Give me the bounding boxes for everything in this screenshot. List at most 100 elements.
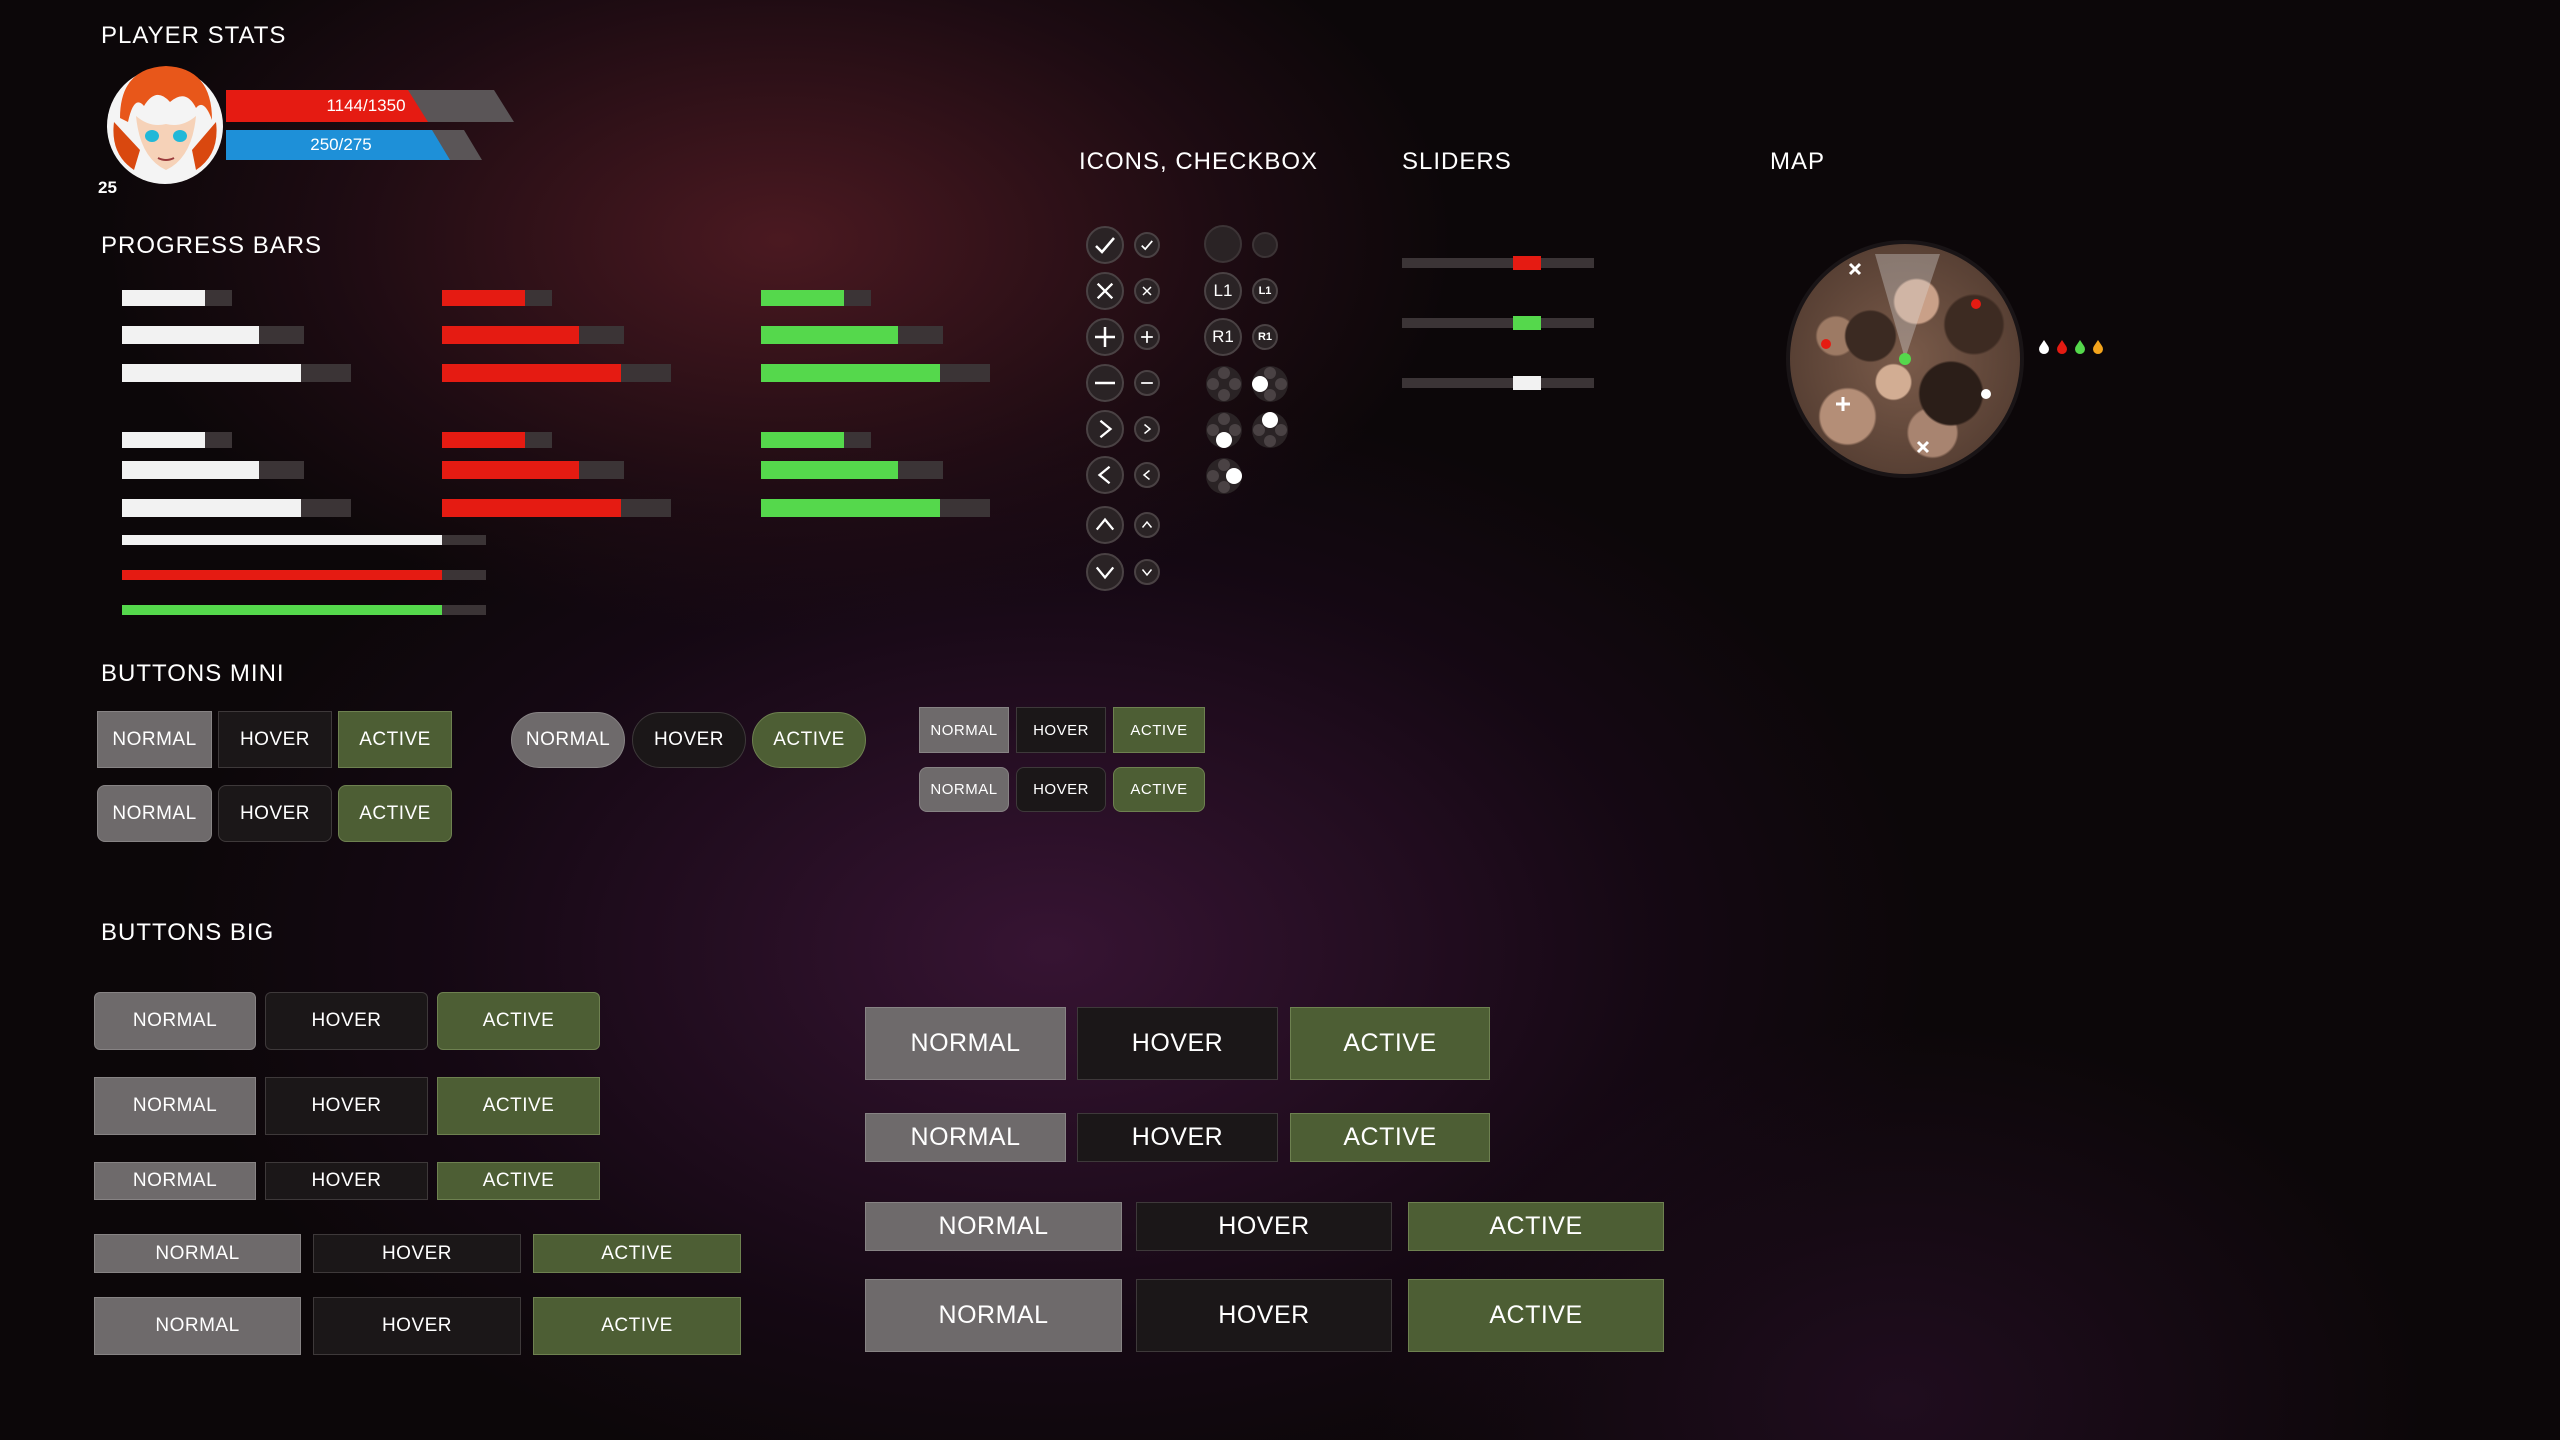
progress-bars-title: PROGRESS BARS (101, 232, 323, 259)
dpad-right-icon[interactable] (1204, 456, 1244, 496)
progress-fill (442, 290, 525, 306)
slider-red-knob[interactable] (1513, 256, 1541, 270)
chevron-left-icon[interactable] (1086, 456, 1124, 494)
large-hover-button-4[interactable]: HOVER (1136, 1279, 1392, 1352)
large-active-button-3[interactable]: ACTIVE (1408, 1202, 1664, 1251)
big-hover-button-1[interactable]: HOVER (265, 992, 428, 1050)
big-active-button-5[interactable]: ACTIVE (533, 1297, 741, 1355)
slider-red[interactable] (1402, 256, 1594, 270)
r1-button-icon-small[interactable]: R1 (1252, 324, 1278, 350)
large-normal-button-1[interactable]: NORMAL (865, 1007, 1066, 1080)
big-hover-button-4[interactable]: HOVER (313, 1234, 521, 1273)
big-normal-button-5[interactable]: NORMAL (94, 1297, 301, 1355)
mini-small-rounded-normal-button[interactable]: NORMAL (919, 767, 1009, 812)
r1-button-icon[interactable]: R1 (1204, 318, 1242, 356)
big-normal-button-1[interactable]: NORMAL (94, 992, 256, 1050)
progress-bar-red-1-2 (442, 326, 624, 344)
mini-rounded-hover-button[interactable]: HOVER (218, 785, 332, 842)
mini-small-rounded-hover-button[interactable]: HOVER (1016, 767, 1106, 812)
progress-bar-white-2-3 (122, 499, 351, 517)
big-hover-button-5[interactable]: HOVER (313, 1297, 521, 1355)
empty-checkbox-small[interactable] (1252, 232, 1278, 258)
chevron-up-icon-small[interactable] (1134, 512, 1160, 538)
mini-pill-normal-button[interactable]: NORMAL (511, 712, 625, 768)
progress-fill (122, 432, 205, 448)
big-hover-button-2[interactable]: HOVER (265, 1077, 428, 1135)
mini-rounded-normal-button[interactable]: NORMAL (97, 785, 212, 842)
progress-bar-red-1-3 (442, 364, 671, 382)
empty-checkbox[interactable] (1204, 225, 1242, 263)
progress-fill (442, 364, 621, 382)
dpad-up-icon[interactable] (1250, 410, 1290, 450)
buttons-mini-title: BUTTONS MINI (101, 660, 285, 687)
check-icon-small[interactable] (1134, 232, 1160, 258)
progress-bar-green-2-3 (761, 499, 990, 517)
large-normal-button-2[interactable]: NORMAL (865, 1113, 1066, 1162)
big-active-button-4[interactable]: ACTIVE (533, 1234, 741, 1273)
dpad-down-icon[interactable] (1204, 410, 1244, 450)
map-legend-pins (2039, 340, 2103, 354)
mini-small-hover-button[interactable]: HOVER (1016, 707, 1106, 753)
check-icon[interactable] (1086, 226, 1124, 264)
close-icon[interactable] (1086, 272, 1124, 310)
progress-bar-white-2-1 (122, 432, 232, 448)
plus-icon-small[interactable] (1134, 324, 1160, 350)
minimap[interactable] (1786, 240, 2024, 478)
player-marker (1899, 353, 1911, 365)
icons-checkbox-title: ICONS, CHECKBOX (1079, 148, 1319, 175)
mini-small-normal-button[interactable]: NORMAL (919, 707, 1009, 753)
mini-small-rounded-active-button[interactable]: ACTIVE (1113, 767, 1205, 812)
progress-fill (122, 461, 259, 479)
slider-green-knob[interactable] (1513, 316, 1541, 330)
mini-small-active-button[interactable]: ACTIVE (1113, 707, 1205, 753)
large-hover-button-3[interactable]: HOVER (1136, 1202, 1392, 1251)
progress-bar-green-1-3 (761, 364, 990, 382)
minus-icon[interactable] (1086, 364, 1124, 402)
mini-active-button[interactable]: ACTIVE (338, 711, 452, 768)
plus-icon[interactable] (1086, 318, 1124, 356)
l1-button-icon-small[interactable]: L1 (1252, 278, 1278, 304)
mini-hover-button[interactable]: HOVER (218, 711, 332, 768)
mini-pill-hover-button[interactable]: HOVER (632, 712, 746, 768)
big-active-button-3[interactable]: ACTIVE (437, 1162, 600, 1200)
chevron-right-icon-small[interactable] (1134, 416, 1160, 442)
large-normal-button-4[interactable]: NORMAL (865, 1279, 1122, 1352)
chevron-down-icon[interactable] (1086, 553, 1124, 591)
mini-pill-active-button[interactable]: ACTIVE (752, 712, 866, 768)
chevron-left-icon-small[interactable] (1134, 462, 1160, 488)
large-active-button-2[interactable]: ACTIVE (1290, 1113, 1490, 1162)
big-normal-button-4[interactable]: NORMAL (94, 1234, 301, 1273)
big-normal-button-3[interactable]: NORMAL (94, 1162, 256, 1200)
big-normal-button-2[interactable]: NORMAL (94, 1077, 256, 1135)
big-active-button-1[interactable]: ACTIVE (437, 992, 600, 1050)
chevron-down-icon-small[interactable] (1134, 559, 1160, 585)
chevron-up-icon[interactable] (1086, 506, 1124, 544)
large-hover-button-2[interactable]: HOVER (1077, 1113, 1278, 1162)
map-title: MAP (1770, 148, 1826, 175)
dpad-icon[interactable] (1204, 364, 1244, 404)
big-hover-button-3[interactable]: HOVER (265, 1162, 428, 1200)
large-hover-button-1[interactable]: HOVER (1077, 1007, 1278, 1080)
big-active-button-2[interactable]: ACTIVE (437, 1077, 600, 1135)
dpad-left-icon[interactable] (1250, 364, 1290, 404)
slider-green[interactable] (1402, 316, 1594, 330)
close-icon-small[interactable] (1134, 278, 1160, 304)
large-active-button-4[interactable]: ACTIVE (1408, 1279, 1664, 1352)
progress-bar-white-1-1 (122, 290, 232, 306)
slider-white[interactable] (1402, 376, 1594, 390)
minus-icon-small[interactable] (1134, 370, 1160, 396)
chevron-right-icon[interactable] (1086, 410, 1124, 448)
large-active-button-1[interactable]: ACTIVE (1290, 1007, 1490, 1080)
mini-rounded-active-button[interactable]: ACTIVE (338, 785, 452, 842)
mini-normal-button[interactable]: NORMAL (97, 711, 212, 768)
large-normal-button-3[interactable]: NORMAL (865, 1202, 1122, 1251)
progress-fill (122, 570, 443, 580)
l1-button-icon[interactable]: L1 (1204, 272, 1242, 310)
enemy-marker (1821, 339, 1831, 349)
progress-fill (122, 364, 301, 382)
health-text: 1144/1350 (326, 96, 406, 115)
slider-white-knob[interactable] (1513, 376, 1541, 390)
poi-marker (1981, 389, 1991, 399)
progress-bar-long-green (122, 605, 486, 615)
player-stats-title: PLAYER STATS (101, 22, 287, 49)
